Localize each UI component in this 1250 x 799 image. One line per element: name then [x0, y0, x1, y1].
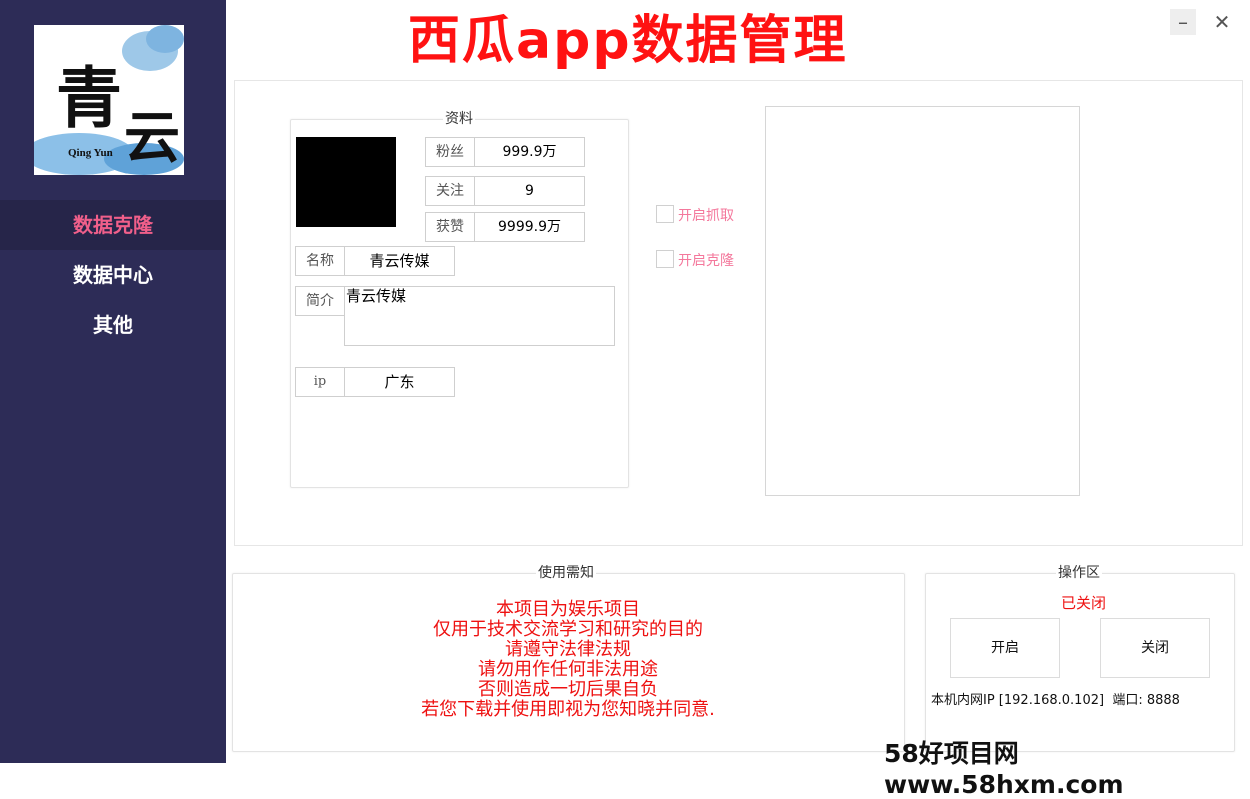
ip-info-text: 本机内网IP [192.168.0.102] 端口: 8888	[931, 693, 1180, 708]
minimize-icon: –	[1178, 10, 1188, 34]
fans-label: 粉丝	[425, 137, 475, 167]
bio-textarea[interactable]: 青云传媒	[344, 286, 615, 346]
sidebar-item-other[interactable]: 其他	[0, 300, 226, 350]
notice-line: 请勿用作任何非法用途	[478, 659, 658, 680]
follow-label: 关注	[425, 176, 475, 206]
capture-label[interactable]: 开启抓取	[678, 205, 734, 225]
name-label: 名称	[295, 246, 345, 276]
start-button[interactable]: 开启	[950, 618, 1060, 678]
sidebar: 青 云 Qing Yun 数据克隆 数据中心 其他	[0, 0, 226, 763]
notice-line: 否则造成一切后果自负	[478, 679, 658, 700]
likes-value: 9999.9万	[474, 212, 585, 242]
watermark-text: 58好项目网www.58hxm.com	[884, 739, 1124, 799]
avatar	[296, 137, 396, 227]
preview-box[interactable]	[765, 106, 1080, 496]
clone-checkbox[interactable]	[656, 250, 674, 268]
sidebar-item-data-clone[interactable]: 数据克隆	[0, 200, 226, 250]
notice-line: 本项目为娱乐项目	[496, 599, 640, 620]
fans-value: 999.9万	[474, 137, 585, 167]
likes-label: 获赞	[425, 212, 475, 242]
ip-value: 广东	[344, 367, 455, 397]
capture-checkbox[interactable]	[656, 205, 674, 223]
ip-label: ip	[295, 367, 345, 397]
profile-group-title: 资料	[443, 108, 475, 128]
status-text: 已关闭	[1061, 594, 1107, 612]
sidebar-item-data-center[interactable]: 数据中心	[0, 250, 226, 300]
clone-label[interactable]: 开启克隆	[678, 250, 734, 270]
app-title: 西瓜app数据管理	[408, 11, 848, 71]
name-field[interactable]: 青云传媒	[344, 246, 455, 276]
notice-line: 若您下载并使用即视为您知晓并同意.	[421, 699, 715, 720]
follow-value: 9	[474, 176, 585, 206]
close-window-button[interactable]: ✕	[1209, 9, 1235, 35]
close-icon: ✕	[1213, 10, 1231, 34]
logo-char-1: 青	[56, 59, 122, 137]
notice-group-title: 使用需知	[536, 562, 596, 582]
operations-group-title: 操作区	[1056, 562, 1102, 582]
notice-line: 仅用于技术交流学习和研究的目的	[433, 619, 703, 640]
notice-line: 请遵守法律法规	[505, 639, 631, 660]
qingyun-logo: 青 云 Qing Yun	[34, 25, 184, 175]
minimize-button[interactable]: –	[1170, 9, 1196, 35]
logo-char-2: 云	[124, 105, 180, 171]
stop-button[interactable]: 关闭	[1100, 618, 1210, 678]
bio-label: 简介	[295, 286, 345, 316]
logo-subtitle: Qing Yun	[68, 147, 113, 159]
